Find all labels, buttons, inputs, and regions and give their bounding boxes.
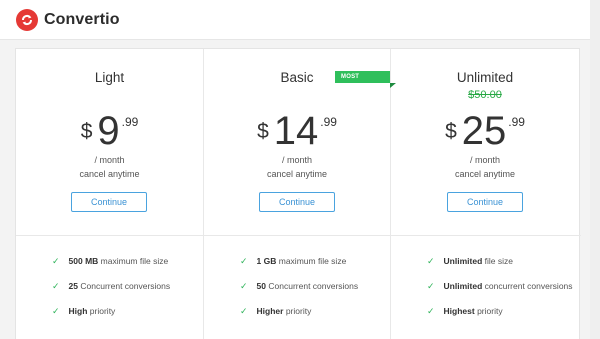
feature-item: ✓ 1 GB maximum file size bbox=[240, 256, 347, 266]
most-popular-badge: MOST POPULAR bbox=[335, 71, 390, 92]
feature-item: ✓ High priority bbox=[52, 306, 116, 316]
logo[interactable]: Convertio bbox=[16, 9, 120, 31]
continue-button[interactable]: Continue bbox=[447, 192, 523, 212]
feature-item: ✓ 50 Concurrent conversions bbox=[240, 281, 359, 291]
cancel-note: cancel anytime bbox=[79, 169, 140, 179]
cancel-note: cancel anytime bbox=[454, 169, 516, 179]
feature-item: ✓ Unlimited file size bbox=[427, 256, 513, 266]
check-icon: ✓ bbox=[427, 281, 435, 291]
feature-item: ✓ 25 Concurrent conversions bbox=[52, 281, 171, 291]
price-currency: $ bbox=[257, 120, 269, 143]
plan-unlimited: Unlimited $50.00 $25.99 / month cancel a… bbox=[391, 49, 579, 339]
plan-light: Light $9.99 / month cancel anytime Conti… bbox=[16, 49, 203, 339]
convertio-logo-icon bbox=[16, 9, 38, 31]
plan-price: $14.99 bbox=[204, 111, 390, 151]
check-icon: ✓ bbox=[240, 256, 248, 266]
old-price: $50.00 bbox=[468, 89, 502, 101]
price-amount: 14 bbox=[273, 109, 319, 153]
plan-price: $25.99 bbox=[391, 111, 579, 151]
check-icon: ✓ bbox=[240, 306, 248, 316]
check-icon: ✓ bbox=[240, 281, 248, 291]
check-icon: ✓ bbox=[52, 306, 60, 316]
pricing-panel: Light $9.99 / month cancel anytime Conti… bbox=[15, 48, 581, 339]
price-period: / month bbox=[469, 155, 500, 165]
plan-title: Light bbox=[94, 70, 125, 85]
plan-title: Unlimited bbox=[456, 70, 514, 85]
price-cents: .99 bbox=[121, 115, 139, 129]
check-icon: ✓ bbox=[52, 256, 60, 266]
price-currency: $ bbox=[445, 120, 457, 143]
cancel-note: cancel anytime bbox=[266, 169, 328, 179]
price-cents: .99 bbox=[508, 115, 525, 129]
feature-item: ✓ 500 MB maximum file size bbox=[52, 256, 169, 266]
feature-item: ✓ Unlimited concurrent conversions bbox=[427, 281, 573, 291]
plan-price: $9.99 bbox=[16, 111, 203, 151]
feature-item: ✓ Higher priority bbox=[240, 306, 312, 316]
price-period: / month bbox=[281, 155, 312, 165]
scrollbar[interactable] bbox=[590, 0, 600, 339]
price-period: / month bbox=[94, 155, 125, 165]
price-cents: .99 bbox=[320, 115, 337, 129]
price-amount: 25 bbox=[461, 109, 507, 153]
check-icon: ✓ bbox=[52, 281, 60, 291]
continue-button[interactable]: Continue bbox=[259, 192, 335, 212]
top-bar: Convertio bbox=[0, 0, 600, 40]
logo-text: Convertio bbox=[44, 11, 120, 28]
plan-basic: Basic MOST POPULAR $14.99 / month cancel… bbox=[204, 49, 396, 339]
price-amount: 9 bbox=[97, 109, 120, 153]
check-icon: ✓ bbox=[427, 256, 435, 266]
continue-button[interactable]: Continue bbox=[71, 192, 147, 212]
check-icon: ✓ bbox=[427, 306, 435, 316]
price-currency: $ bbox=[80, 120, 93, 143]
feature-item: ✓ Highest priority bbox=[427, 306, 503, 316]
